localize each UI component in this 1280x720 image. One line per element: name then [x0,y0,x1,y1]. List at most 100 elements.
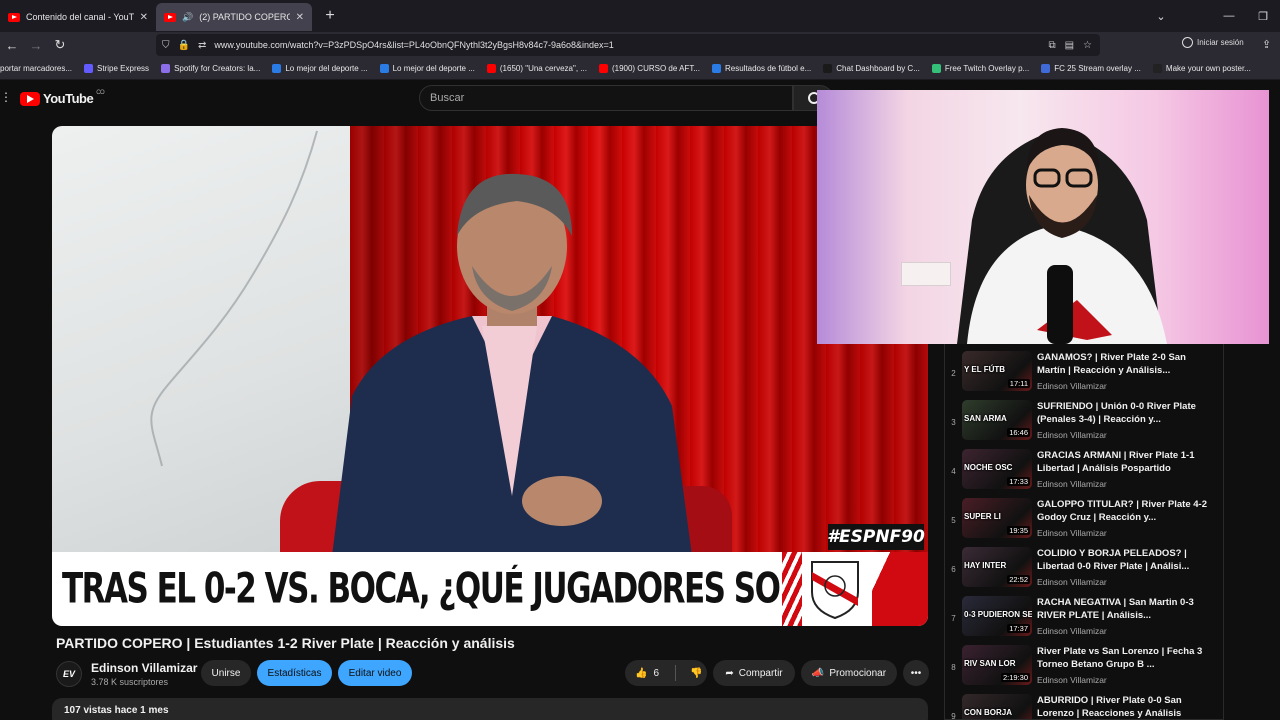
channel-avatar[interactable]: EV [56,661,82,687]
playlist-item-title[interactable]: RACHA NEGATIVA | San Martin 0-3 RIVER PL… [1037,596,1217,622]
youtube-logo[interactable]: YouTube CO [20,90,105,106]
playlist-item-title[interactable]: GRACIAS ARMANI | River Plate 1-1 Liberta… [1037,449,1217,475]
playlist-index: 9 [951,712,956,720]
bookmark-item[interactable]: Stripe Express [84,64,149,73]
playlist-item-channel[interactable]: Edinson Villamizar [1037,381,1217,391]
bookmark-item[interactable]: Make your own poster... [1152,64,1251,73]
bookmark-star-icon[interactable]: ☆ [1083,40,1092,51]
forward-icon[interactable]: → [24,38,48,53]
bookmark-favicon-icon [598,64,608,73]
views-date: 107 vistas hace 1 mes [64,705,169,716]
bookmark-label: Resultados de fútbol e... [724,64,812,73]
playlist-item[interactable]: 8 RIV SAN LOR 2:19:30 River Plate vs San Lo… [945,641,1223,690]
playlist-item[interactable]: 7 0-3 PUDIERON SEI 17:37 RACHA NEGATIVA | S… [945,592,1223,641]
playlist-item-title[interactable]: COLIDIO Y BORJA PELEADOS? | Libertad 0-0… [1037,547,1217,573]
playlist-item-title[interactable]: GANAMOS? | River Plate 2-0 San Martín | … [1037,351,1217,377]
playlist-thumbnail[interactable]: RIV SAN LOR 2:19:30 [962,645,1032,685]
thumbnail-caption: RIV SAN LOR [964,659,1016,668]
tab-channel-content[interactable]: Contenido del canal - YouTube ✕ [0,3,156,31]
playlist-item-channel[interactable]: Edinson Villamizar [1037,479,1217,489]
close-tab-icon[interactable]: ✕ [296,12,304,23]
shield-icon[interactable]: ⛉ [162,40,170,51]
playlist-item-channel[interactable]: Edinson Villamizar [1037,528,1217,538]
like-icon[interactable]: 👍 [635,668,647,679]
permissions-icon[interactable]: ⇄ [198,40,206,51]
hamburger-menu-icon[interactable]: ⋮ [0,90,12,104]
playlist-item-title[interactable]: ABURRIDO | River Plate 0-0 San Lorenzo |… [1037,694,1217,719]
search-input[interactable]: Buscar [419,85,793,111]
thumbnail-caption: 0-3 PUDIERON SEI [964,610,1032,619]
bookmark-item[interactable]: Resultados de fútbol e... [711,64,812,73]
like-count[interactable]: 6 [653,668,659,679]
minimize-icon[interactable]: — [1212,10,1246,22]
stats-button[interactable]: Estadísticas [257,660,332,686]
bookmark-favicon-icon [823,64,833,73]
playlist-item-channel[interactable]: Edinson Villamizar [1037,626,1217,636]
bookmark-item[interactable]: (1650) "Una cerveza", ... [486,64,587,73]
bookmark-label: portar marcadores... [0,64,73,73]
speaker-icon[interactable]: 🔊 [182,12,193,23]
playlist-thumbnail[interactable]: Y EL FÚTB 17:11 [962,351,1032,391]
bookmark-item[interactable]: Spotify for Creators: la... [161,64,260,73]
playlist-item[interactable]: 4 NOCHE OSC 17:33 GRACIAS ARMANI | River Pl… [945,445,1223,494]
url-text[interactable]: www.youtube.com/watch?v=P3zPDSpO4rs&list… [214,40,1040,50]
join-button[interactable]: Unirse [201,660,251,686]
picture-in-picture-icon[interactable]: ⧉ [1048,40,1055,51]
bookmark-item[interactable]: Free Twitch Overlay p... [931,64,1029,73]
playlist-item[interactable]: 2 Y EL FÚTB 17:11 GANAMOS? | River Plate 2-… [945,347,1223,396]
playlist-index: 2 [951,369,956,378]
playlist-index: 8 [951,663,956,672]
thumbnail-caption: NOCHE OSC [964,463,1013,472]
video-player[interactable]: #ESPNF90 TRAS EL 0-2 VS. BOCA, ¿QUÉ JUGA… [52,126,928,626]
playlist-thumbnail[interactable]: NOCHE OSC 17:33 [962,449,1032,489]
bookmark-item[interactable]: (1900) CURSO de AFT... [598,64,700,73]
bookmark-item[interactable]: Chat Dashboard by C... [823,64,920,73]
playlist-thumbnail[interactable]: SAN ARMA 16:46 [962,400,1032,440]
reader-view-icon[interactable]: ▤ [1065,40,1074,51]
share-button[interactable]: ➦ Compartir [713,660,795,686]
playlist-item-channel[interactable]: Edinson Villamizar [1037,430,1217,440]
playlist-item[interactable]: 6 HAY INTER 22:52 COLIDIO Y BORJA PELEADOS?… [945,543,1223,592]
edit-video-button[interactable]: Editar video [338,660,412,686]
playlist-item-channel[interactable]: Edinson Villamizar [1037,577,1217,587]
bookmark-item[interactable]: Lo mejor del deporte ... [272,64,368,73]
extensions-icon[interactable]: ⇪ [1262,38,1271,51]
more-actions-button[interactable]: ••• [903,660,929,686]
maximize-icon[interactable]: ❐ [1246,10,1280,23]
description-box[interactable]: 107 vistas hace 1 mes [52,698,928,720]
playlist-thumbnail[interactable]: HAY INTER 22:52 [962,547,1032,587]
promote-button[interactable]: 📣 Promocionar [801,660,897,686]
reload-icon[interactable]: ↻ [48,37,72,53]
playlist-item-channel[interactable]: Edinson Villamizar [1037,675,1217,685]
playlist-thumbnail[interactable]: 0-3 PUDIERON SEI 17:37 [962,596,1032,636]
back-icon[interactable]: ← [0,38,24,53]
playlist-item[interactable]: 5 SUPER LI 19:35 GALOPPO TITULAR? | River P… [945,494,1223,543]
bookmark-item[interactable]: portar marcadores... [0,64,72,73]
divider [675,665,677,681]
bookmark-favicon-icon [1041,64,1051,73]
playlist-thumbnail[interactable]: CON BORJA [962,694,1032,719]
playlist-item[interactable]: 3 SAN ARMA 16:46 SUFRIENDO | Unión 0-0 Rive… [945,396,1223,445]
thumbnail-caption: HAY INTER [964,561,1007,570]
playlist-item-title[interactable]: GALOPPO TITULAR? | River Plate 4-2 Godoy… [1037,498,1217,524]
bookmark-item[interactable]: Lo mejor del deporte ... [379,64,475,73]
dislike-icon[interactable]: 👎 [690,668,702,679]
channel-name[interactable]: Edinson Villamizar [91,661,197,675]
playlist-thumbnail[interactable]: SUPER LI 19:35 [962,498,1032,538]
playlist-item-title[interactable]: SUFRIENDO | Unión 0-0 River Plate (Penal… [1037,400,1217,426]
playlist-item[interactable]: 9 CON BORJA ABURRIDO | River Plate 0-0 San… [945,690,1223,720]
lock-icon[interactable]: 🔒 [178,40,190,51]
bookmark-label: Stripe Express [97,64,150,73]
bookmark-label: (1650) "Una cerveza", ... [499,64,587,73]
playlist-item-title[interactable]: River Plate vs San Lorenzo | Fecha 3 Tor… [1037,645,1217,671]
bookmark-item[interactable]: FC 25 Stream overlay ... [1041,64,1141,73]
playlist-index: 7 [951,614,956,623]
url-bar[interactable]: ⛉ 🔒 ⇄ www.youtube.com/watch?v=P3zPDSpO4r… [156,34,1100,56]
tab-video-active[interactable]: 🔊 (2) PARTIDO COPERO | Estu ✕ [156,3,312,31]
new-tab-button[interactable]: + [318,7,342,25]
tab-list-icon[interactable]: ⌄ [1144,10,1178,23]
playlist-text: COLIDIO Y BORJA PELEADOS? | Libertad 0-0… [1037,543,1217,592]
bookmark-label: Make your own poster... [1165,64,1251,73]
account-button[interactable]: Iniciar sesión [1182,37,1244,48]
close-tab-icon[interactable]: ✕ [140,12,148,23]
